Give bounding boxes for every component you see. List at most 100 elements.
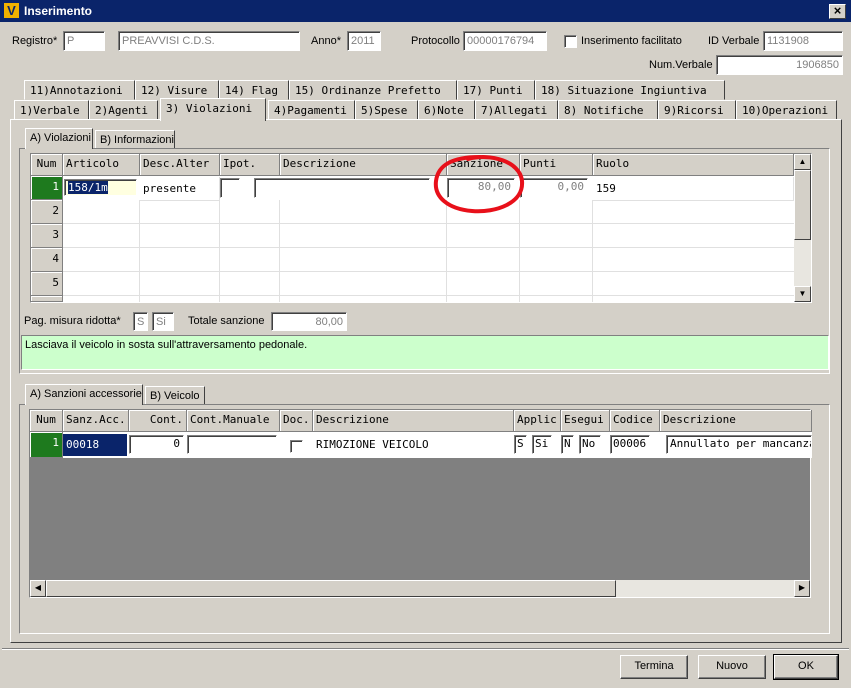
id-verbale-field[interactable]: 1131908: [763, 31, 843, 51]
col-header[interactable]: Doc.: [280, 410, 313, 432]
title-bar: V Inserimento ×: [0, 0, 851, 22]
grid-line: [446, 200, 447, 302]
col-header[interactable]: Ruolo: [593, 154, 794, 176]
scroll-down-icon[interactable]: ▼: [794, 286, 811, 302]
cont-input[interactable]: 0: [129, 435, 184, 454]
violazione-note[interactable]: Lasciava il veicolo in sosta sull'attrav…: [21, 335, 829, 370]
row-number-selected[interactable]: 1: [30, 432, 63, 458]
col-header[interactable]: Codice: [610, 410, 660, 432]
tab-allegati[interactable]: 7)Allegati: [475, 100, 558, 120]
num-verbale-label: Num.Verbale: [649, 59, 713, 71]
row-number-selected[interactable]: 1: [31, 176, 63, 200]
subtab-violazioni[interactable]: A) Violazioni: [25, 128, 93, 149]
facilitato-label: Inserimento facilitato: [581, 35, 682, 47]
doc-checkbox[interactable]: [290, 440, 303, 453]
tab-agenti[interactable]: 2)Agenti: [89, 100, 158, 120]
ipot-input[interactable]: [220, 178, 240, 198]
protocollo-field[interactable]: 00000176794: [463, 31, 547, 51]
col-header[interactable]: Punti: [520, 154, 593, 176]
row-number[interactable]: 4: [31, 248, 63, 272]
row-number[interactable]: 3: [31, 224, 63, 248]
applic-code-input[interactable]: S: [514, 435, 527, 454]
sanz-acc-cell[interactable]: 00018: [63, 434, 127, 456]
tab-annotazioni[interactable]: 11)Annotazioni: [24, 80, 135, 100]
violazioni-vscrollbar[interactable]: ▲ ▼: [794, 154, 811, 302]
col-header[interactable]: Articolo: [63, 154, 140, 176]
col-header: Num: [30, 410, 63, 432]
tab-situazione-ingiuntiva[interactable]: 18) Situazione Ingiuntiva: [535, 80, 725, 100]
col-header[interactable]: Descrizione: [660, 410, 812, 432]
empty-rows[interactable]: [63, 200, 794, 302]
tab-ordinanze-prefetto[interactable]: 15) Ordinanze Prefetto: [289, 80, 457, 100]
col-header[interactable]: Cont.Manuale: [187, 410, 280, 432]
grid-line: [592, 200, 593, 302]
tab-ricorsi[interactable]: 9)Ricorsi: [658, 100, 736, 120]
descrizione2-input[interactable]: Annullato per mancanza: [666, 435, 812, 454]
close-icon[interactable]: ×: [829, 4, 846, 19]
registro-code-field[interactable]: P: [63, 31, 105, 51]
facilitato-checkbox[interactable]: [564, 35, 577, 48]
desc-alter-cell[interactable]: presente: [140, 177, 220, 201]
ruolo-cell[interactable]: 159: [593, 177, 794, 201]
id-verbale-label: ID Verbale: [708, 35, 760, 47]
totale-sanzione-field[interactable]: 80,00: [271, 312, 347, 331]
nuovo-button[interactable]: Nuovo: [698, 655, 766, 679]
sanzioni-hscrollbar[interactable]: ◀ ▶: [30, 580, 810, 597]
col-header[interactable]: Cont.: [129, 410, 187, 432]
tab-note[interactable]: 6)Note: [418, 100, 475, 120]
cont-manuale-input[interactable]: [187, 435, 277, 454]
separator: [2, 648, 849, 650]
tab-violazioni[interactable]: 3) Violazioni: [160, 98, 266, 121]
termina-button[interactable]: Termina: [620, 655, 688, 679]
col-header[interactable]: Applic: [514, 410, 561, 432]
descrizione-input[interactable]: [254, 178, 430, 198]
col-header[interactable]: Descrizione: [280, 154, 447, 176]
scroll-thumb[interactable]: [794, 170, 811, 240]
applic-value-input[interactable]: Si: [532, 435, 552, 454]
num-verbale-field[interactable]: 1906850: [716, 55, 843, 75]
sanzione-input[interactable]: 80,00: [447, 178, 515, 198]
tab-spese[interactable]: 5)Spese: [355, 100, 418, 120]
pag-misura-code[interactable]: S: [133, 312, 148, 331]
esegui-code-input[interactable]: N: [561, 435, 574, 454]
tab-notifiche[interactable]: 8) Notifiche: [558, 100, 658, 120]
col-header[interactable]: Desc.Alter: [140, 154, 220, 176]
scroll-up-icon[interactable]: ▲: [794, 154, 811, 170]
codice-input[interactable]: 00006: [610, 435, 650, 454]
scroll-thumb[interactable]: [46, 580, 616, 597]
scroll-left-icon[interactable]: ◀: [30, 580, 46, 597]
ok-label: OK: [798, 660, 814, 672]
violazioni-grid: Num Articolo Desc.Alter Ipot. Descrizion…: [30, 153, 812, 303]
subtab-sanzioni-accessorie[interactable]: A) Sanzioni accessorie: [25, 384, 143, 405]
pag-misura-value[interactable]: Si: [152, 312, 174, 331]
scroll-right-icon[interactable]: ▶: [794, 580, 810, 597]
ok-button[interactable]: OK: [773, 654, 839, 680]
punti-input[interactable]: 0,00: [520, 178, 588, 198]
totale-sanzione-label: Totale sanzione: [188, 315, 265, 327]
col-header[interactable]: Ipot.: [220, 154, 280, 176]
app-icon: V: [4, 3, 19, 18]
articolo-input[interactable]: 158/1m: [64, 179, 137, 196]
row-number[interactable]: 5: [31, 272, 63, 296]
tab-visure[interactable]: 12) Visure: [135, 80, 219, 100]
violazioni-group: Num Articolo Desc.Alter Ipot. Descrizion…: [19, 148, 830, 374]
registro-desc-field[interactable]: PREAVVISI C.D.S.: [118, 31, 300, 51]
anno-field[interactable]: 2011: [347, 31, 381, 51]
sanzione-descrizione-cell[interactable]: RIMOZIONE VEICOLO: [313, 434, 512, 456]
row-number[interactable]: 2: [31, 200, 63, 224]
tab-punti[interactable]: 17) Punti: [457, 80, 535, 100]
tab-verbale[interactable]: 1)Verbale: [14, 100, 89, 120]
grid-line: [279, 200, 280, 302]
col-header[interactable]: Esegui: [561, 410, 610, 432]
tab-flag[interactable]: 14) Flag: [219, 80, 289, 100]
col-header[interactable]: Sanzione: [447, 154, 520, 176]
col-header[interactable]: Descrizione: [313, 410, 514, 432]
esegui-value-input[interactable]: No: [579, 435, 601, 454]
tab-pagamenti[interactable]: 4)Pagamenti: [268, 100, 355, 120]
nuovo-label: Nuovo: [716, 660, 748, 672]
subtab-informazioni[interactable]: B) Informazioni: [95, 130, 175, 149]
tab-operazioni[interactable]: 10)Operazioni: [736, 100, 837, 120]
col-header[interactable]: Sanz.Acc.: [63, 410, 129, 432]
subtab-veicolo[interactable]: B) Veicolo: [145, 386, 205, 405]
sanzioni-grid: Num Sanz.Acc. Cont. Cont.Manuale Doc. De…: [29, 409, 812, 598]
